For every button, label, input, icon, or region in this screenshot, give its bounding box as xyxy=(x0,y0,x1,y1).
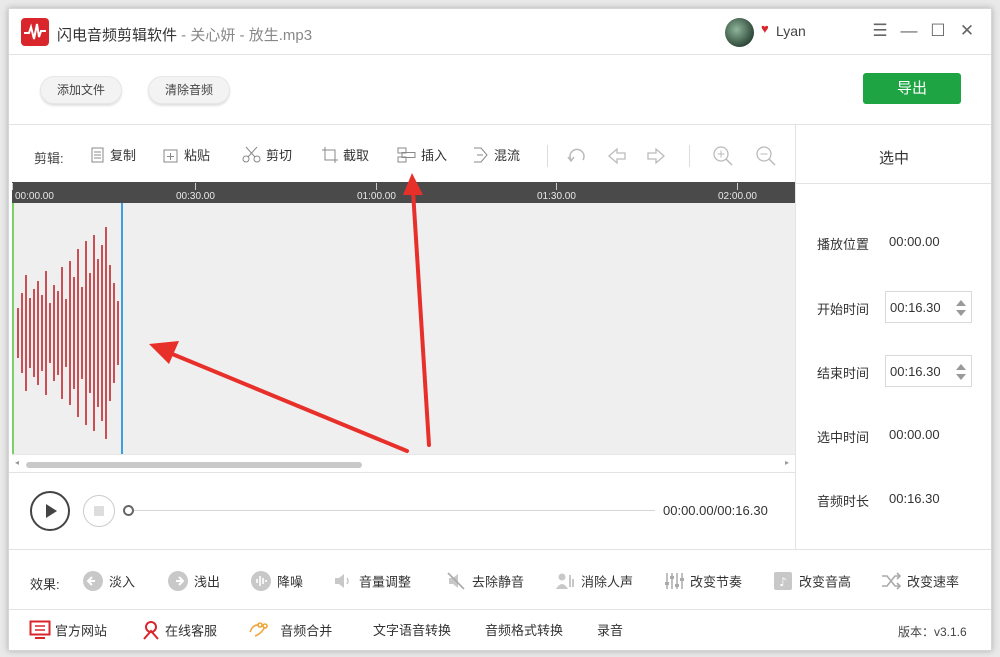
app-window: 闪电音频剪辑软件 - 关心妍 - 放生.mp3 ♥ Lyan ☰ — ☐ ✕ 添… xyxy=(8,8,992,651)
arrow-to-insert xyxy=(403,173,431,447)
annotation-arrows xyxy=(149,173,431,453)
arrow-to-waveform xyxy=(149,341,409,453)
